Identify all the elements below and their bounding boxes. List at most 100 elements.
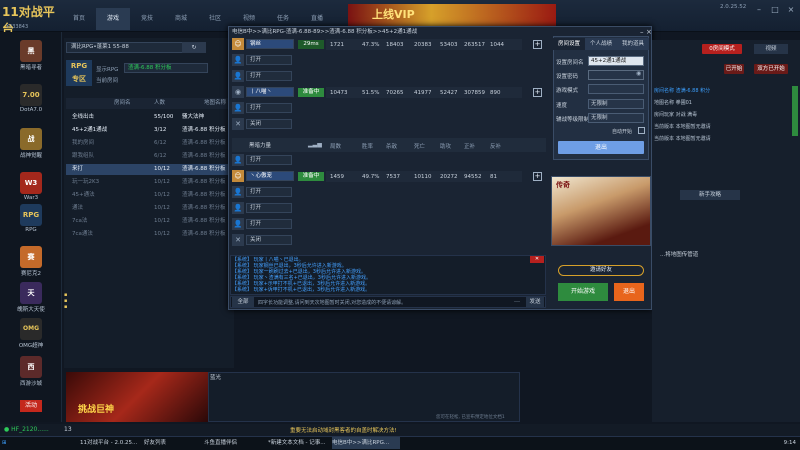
player-icon[interactable]: ☺: [232, 170, 244, 182]
add-friend-icon[interactable]: +: [533, 88, 542, 97]
more-games-icon[interactable]: 活动: [20, 400, 42, 412]
tab-home[interactable]: 首页: [62, 8, 96, 30]
tab-my-items[interactable]: 我的道具: [617, 38, 649, 50]
info-row: 房间名称 渣满-6.88 积分: [654, 88, 711, 94]
slot-select[interactable]: 钢丝: [246, 39, 294, 49]
taskbar-item[interactable]: 11对战平台 - 2.0.25...: [80, 437, 148, 449]
news-ticker[interactable]: 重要无法启动域封黑客者的自盖时解决方法!: [290, 426, 397, 434]
user-status-icon[interactable]: ● HF_2120......: [4, 426, 49, 433]
maximize-icon[interactable]: □: [768, 4, 782, 16]
invite-button[interactable]: 邀请好友: [558, 265, 644, 276]
room-row[interactable]: 我的房间 6/12 渣满-6.88 积分板: [66, 138, 234, 149]
promo-banner[interactable]: 挑战巨神: [66, 372, 208, 422]
slot-select[interactable]: 丶心傲宠: [246, 171, 294, 181]
room-row[interactable]: 玩一玩2K3 10/12 渣满-6.88 积分板: [66, 177, 234, 188]
game-item-dark-seeker[interactable]: 黑 黑暗寻者: [4, 38, 58, 80]
taskbar-item[interactable]: 斗鱼直播伴侣: [204, 437, 272, 449]
right-scrollbar[interactable]: [792, 86, 798, 136]
quit-button[interactable]: 退出: [614, 283, 644, 301]
slot-select[interactable]: 关闭: [246, 235, 292, 245]
player-icon[interactable]: ☺: [232, 38, 244, 50]
eye-icon[interactable]: ◉: [232, 86, 244, 98]
speed-select[interactable]: 无限制: [588, 99, 644, 109]
minimize-icon[interactable]: –: [752, 4, 766, 16]
user-icon[interactable]: 👤: [232, 54, 244, 66]
close-icon[interactable]: ×: [784, 4, 798, 16]
user-icon[interactable]: 👤: [232, 202, 244, 214]
tab-room-settings[interactable]: 房间设置: [553, 38, 585, 50]
level-select[interactable]: 无限制: [588, 113, 644, 123]
user-icon[interactable]: 👤: [232, 218, 244, 230]
room-row[interactable]: 45+通法 10/12 渣满-6.88 积分板: [66, 190, 234, 201]
room-row[interactable]: 来打 10/12 渣满-6.88 积分板: [66, 164, 234, 175]
tab-compete[interactable]: 竞技: [130, 8, 164, 30]
auto-start-checkbox[interactable]: [638, 127, 645, 134]
map-filter-select[interactable]: 渣满-6.88 积分板: [124, 63, 208, 73]
video-button[interactable]: 视频: [754, 44, 788, 54]
room-row[interactable]: 7ca法 10/12 渣满-6.88 积分板: [66, 216, 234, 227]
room-row[interactable]: 通法 10/12 渣满-6.88 积分板: [66, 203, 234, 214]
new-feature-button[interactable]: 新手攻略: [680, 190, 740, 200]
exit-settings-button[interactable]: 退出: [558, 141, 644, 154]
bottom-panel-footer: 您可在轻松, 已宣布预定地位文档1: [436, 415, 505, 420]
slot-select[interactable]: 打开: [246, 155, 292, 165]
start-icon[interactable]: ⊞: [2, 437, 12, 449]
close-icon[interactable]: ✕: [232, 234, 244, 246]
both-started-badge: 双方已开始: [754, 64, 788, 74]
emoji-icon[interactable]: …: [512, 297, 522, 307]
auto-start-label: 自动开始: [612, 129, 633, 135]
game-item-war-god[interactable]: 战 战神觉醒: [4, 126, 58, 168]
user-icon[interactable]: 👤: [232, 186, 244, 198]
slot-select[interactable]: 打开: [246, 71, 292, 81]
user-icon[interactable]: 👤: [232, 70, 244, 82]
taskbar-item[interactable]: *新建文本文档 - 记事...: [268, 437, 336, 449]
chat-clear-icon[interactable]: ✕: [530, 256, 544, 263]
send-button[interactable]: 发送: [526, 297, 544, 307]
room-count: 10/12: [154, 166, 170, 172]
start-game-button[interactable]: 开始游戏: [558, 283, 608, 301]
slot-select[interactable]: 关闭: [246, 119, 292, 129]
refresh-icon[interactable]: ↻: [182, 42, 206, 53]
scroll-indicator[interactable]: ▪ ▪ ▪: [64, 292, 70, 310]
room-row[interactable]: 跟我组队 6/12 渣满-6.88 积分板: [66, 151, 234, 162]
slot-select[interactable]: 打开: [246, 187, 292, 197]
room-mode-button[interactable]: 0房间模式: [702, 44, 742, 54]
eye-icon[interactable]: ◉: [636, 70, 641, 77]
slot-select[interactable]: 打开: [246, 55, 292, 65]
taskbar-item[interactable]: 好友列表: [144, 437, 212, 449]
add-friend-icon[interactable]: +: [533, 172, 542, 181]
tab-personal-record[interactable]: 个人战绩: [585, 38, 617, 50]
tab-mall[interactable]: 商城: [164, 8, 198, 30]
room-row[interactable]: 全线出击 55/100 骚大法神: [66, 112, 234, 123]
add-friend-icon[interactable]: +: [533, 40, 542, 49]
taskbar-item[interactable]: 电信B中>>满比RPG...: [332, 437, 400, 449]
room-map: 渣满-6.88 积分板: [182, 218, 226, 224]
dialog-close-icon[interactable]: ×: [646, 28, 652, 36]
slot-select[interactable]: 打开: [246, 103, 292, 113]
dark-seeker-icon: 黑: [20, 40, 42, 62]
dialog-minimize-icon[interactable]: –: [640, 28, 644, 36]
slot-select[interactable]: 打开: [246, 219, 292, 229]
user-icon[interactable]: 👤: [232, 154, 244, 166]
vip-banner[interactable]: 上线VIP: [348, 4, 556, 26]
game-item-omg[interactable]: OMG OMG超神: [4, 316, 58, 358]
room-row[interactable]: 7ca通法 10/12 渣满-6.88 积分板: [66, 229, 234, 240]
game-label: 西游沙城: [19, 381, 42, 387]
game-item-journey[interactable]: 西 西游沙城: [4, 354, 58, 396]
stat-column-header: 局数: [330, 144, 342, 150]
tab-games[interactable]: 游戏: [96, 8, 130, 30]
mode-label: 游戏模式: [556, 88, 579, 94]
stat-cell: 7537: [386, 174, 400, 180]
slot-select[interactable]: 丨八喵丶: [246, 87, 294, 97]
user-icon[interactable]: 👤: [232, 102, 244, 114]
chat-input[interactable]: 四字长功能调整,请问到天次地图暂时关闭,对您造成的不便请谅解。: [258, 298, 508, 308]
room-name-input[interactable]: 45+2通1通战: [588, 56, 644, 66]
game-item-dota[interactable]: 7.00 DotA7.0: [4, 82, 58, 124]
close-icon[interactable]: ✕: [232, 118, 244, 130]
room-row[interactable]: 45+2通1通战 3/12 渣满-6.88 积分板: [66, 125, 234, 136]
game-item-rpg[interactable]: RPG RPG: [4, 202, 58, 244]
tab-community[interactable]: 社区: [198, 8, 232, 30]
mode-select[interactable]: [588, 84, 644, 94]
slot-select[interactable]: 打开: [246, 203, 292, 213]
chat-channel-select[interactable]: 全部: [232, 297, 254, 307]
